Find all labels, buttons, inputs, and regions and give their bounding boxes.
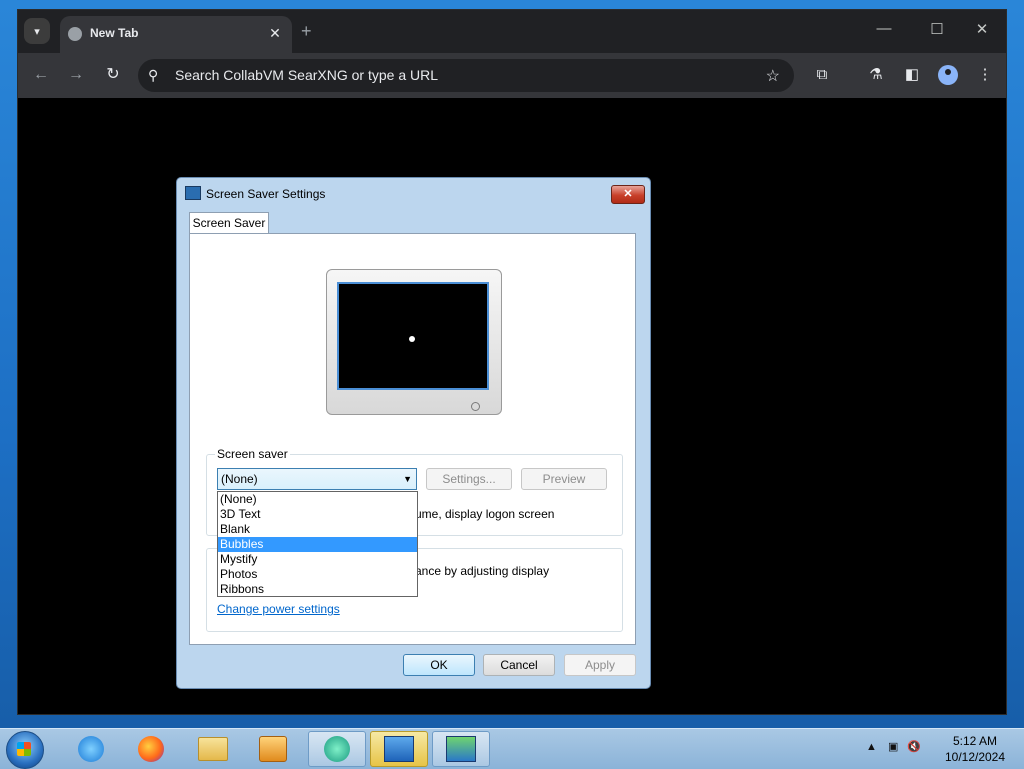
dropdown-option-blank[interactable]: Blank [218,522,417,537]
back-button[interactable]: ← [30,64,52,86]
reload-button[interactable]: ↻ [102,64,124,86]
media-player-icon [259,736,287,762]
screen-saver-dialog: Screen Saver Settings ✕ Screen Saver Scr… [176,177,651,689]
new-tab-button[interactable]: + [301,22,312,40]
chevron-down-icon: ▾ [34,25,40,38]
settings-button[interactable]: Settings... [426,468,512,490]
preview-button[interactable]: Preview [521,468,607,490]
dropdown-option-3d-text[interactable]: 3D Text [218,507,417,522]
logon-screen-label: ume, display logon screen [415,507,555,521]
volume-muted-icon[interactable]: 🔇 [907,741,921,753]
close-icon[interactable]: ✕ [266,24,284,42]
tab-new-tab[interactable]: New Tab ✕ [60,16,292,53]
taskbar-internet-explorer[interactable] [62,731,120,767]
show-hidden-icons-icon[interactable]: ▲ [866,741,877,753]
monitor-power-button [471,402,480,411]
folder-icon [198,737,228,761]
dropdown-option-ribbons[interactable]: Ribbons [218,582,417,597]
control-panel-icon [384,736,414,762]
bookmark-star-icon[interactable]: ☆ [766,66,780,86]
close-window-button[interactable]: ✕ [972,20,992,38]
dropdown-option-mystify[interactable]: Mystify [218,552,417,567]
change-power-settings-link[interactable]: Change power settings [217,602,340,616]
chevron-down-icon: ▼ [403,474,412,484]
globe-icon [68,27,82,41]
labs-icon[interactable]: ⚗ [866,65,886,85]
minimize-button[interactable]: — [874,20,894,37]
cancel-button[interactable]: Cancel [483,654,555,676]
monitor-preview [326,269,502,415]
power-description: ance by adjusting display [415,564,550,578]
firefox-icon [138,736,164,762]
monitor-preview-screen [337,282,489,390]
clock[interactable]: 5:12 AM 10/12/2024 [940,733,1010,765]
display-icon [185,186,201,200]
taskbar-firefox[interactable] [122,731,180,767]
windows-logo-icon [17,742,31,756]
screen-saver-select-value: (None) [221,472,258,486]
screen-saver-group-label: Screen saver [215,447,290,461]
browser-toolbar: ← → ↻ ⚲ Search CollabVM SearXNG or type … [18,53,1006,98]
screen-saver-dropdown-list: (None) 3D Text Blank Bubbles Mystify Pho… [217,491,418,597]
taskbar-control-panel[interactable] [370,731,428,767]
extensions-icon[interactable]: ⧉ [812,65,832,85]
address-bar[interactable]: ⚲ Search CollabVM SearXNG or type a URL … [138,59,794,92]
search-icon: ⚲ [148,67,159,83]
taskbar-media-player[interactable] [244,731,302,767]
tab-search-button[interactable]: ▾ [24,18,50,44]
browser-app-icon [324,736,350,762]
ok-button[interactable]: OK [403,654,475,676]
taskbar-display-settings[interactable] [432,731,490,767]
taskbar-collabvm-browser[interactable] [308,731,366,767]
address-bar-text: Search CollabVM SearXNG or type a URL [175,67,438,83]
clock-time: 5:12 AM [952,734,998,748]
dialog-title: Screen Saver Settings [206,187,326,201]
menu-icon[interactable]: ⋮ [975,65,995,85]
maximize-button[interactable]: ☐ [927,20,947,38]
dialog-close-button[interactable]: ✕ [611,185,645,204]
system-tray: ▲ ▣ 🔇 [866,740,921,753]
clock-date: 10/12/2024 [944,750,1006,764]
side-panel-icon[interactable]: ◧ [902,65,922,85]
preview-cursor [409,336,415,342]
dropdown-option-bubbles[interactable]: Bubbles [218,537,417,552]
network-icon[interactable]: ▣ [888,741,898,753]
display-settings-icon [446,736,476,762]
forward-button[interactable]: → [65,64,87,86]
tab-title: New Tab [90,26,139,40]
tab-strip: ▾ New Tab ✕ + — ☐ ✕ [18,10,1006,53]
dropdown-option-photos[interactable]: Photos [218,567,417,582]
profile-avatar[interactable] [938,65,958,85]
apply-button[interactable]: Apply [564,654,636,676]
dropdown-option-none[interactable]: (None) [218,492,417,507]
internet-explorer-icon [78,736,104,762]
tab-panel: Screen saver (None) ▼ Settings... Previe… [189,233,636,645]
taskbar: ▲ ▣ 🔇 5:12 AM 10/12/2024 [0,728,1024,769]
start-button[interactable] [6,731,44,769]
taskbar-file-explorer[interactable] [184,731,242,767]
screen-saver-select[interactable]: (None) ▼ [217,468,417,490]
tab-screen-saver[interactable]: Screen Saver [189,212,269,234]
